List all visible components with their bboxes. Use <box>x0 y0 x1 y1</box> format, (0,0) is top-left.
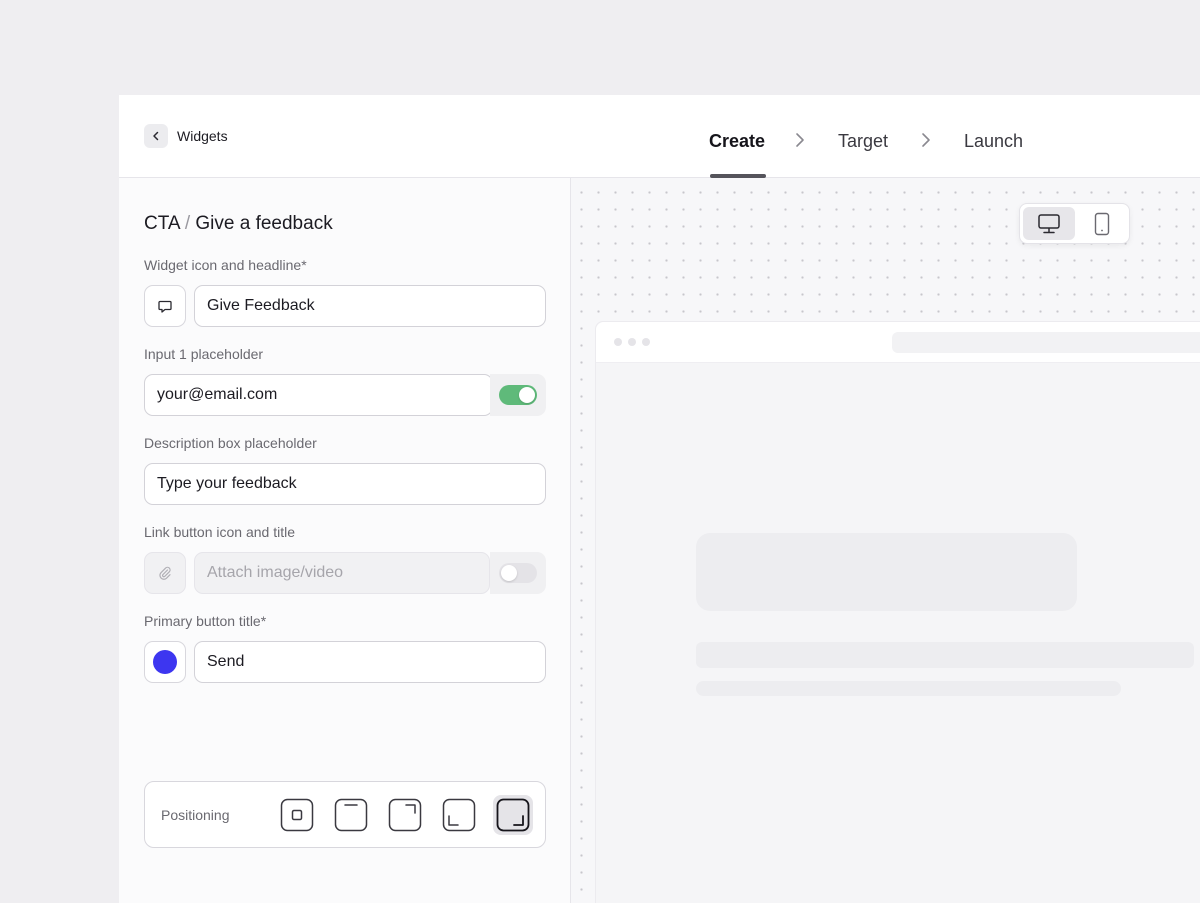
position-center-icon <box>280 798 314 832</box>
chevron-left-icon <box>153 131 159 141</box>
headline-input[interactable]: Give Feedback <box>194 285 546 327</box>
title-main: Give a feedback <box>195 213 333 234</box>
window-dot <box>614 338 622 346</box>
content-skeleton-line <box>696 681 1121 696</box>
position-bottom-right-button[interactable] <box>493 795 533 835</box>
input1-toggle-container <box>490 374 546 416</box>
primary-button-label: Primary button title* <box>144 613 267 629</box>
position-top-right-button[interactable] <box>385 795 425 835</box>
positioning-label: Positioning <box>161 807 230 823</box>
description-placeholder-label: Description box placeholder <box>144 435 317 451</box>
link-button-toggle-container <box>490 552 546 594</box>
content-skeleton-line <box>696 642 1194 668</box>
toggle-knob <box>501 565 517 581</box>
top-bar: Widgets Create Target Launch <box>119 95 1200 178</box>
page-title: CTA / Give a feedback <box>144 213 333 235</box>
position-center-button[interactable] <box>277 795 317 835</box>
position-top-icon <box>334 798 368 832</box>
input1-toggle[interactable] <box>499 385 537 405</box>
device-toggle <box>1019 203 1130 244</box>
app-window: Widgets Create Target Launch CTA / Give … <box>119 95 1200 903</box>
position-top-button[interactable] <box>331 795 371 835</box>
mobile-icon <box>1094 212 1110 235</box>
chevron-right-icon <box>922 133 930 147</box>
title-separator: / <box>184 213 191 234</box>
window-dot <box>642 338 650 346</box>
chat-bubble-icon <box>158 300 172 313</box>
paperclip-icon <box>159 566 171 580</box>
primary-button-color-picker[interactable] <box>144 641 186 683</box>
browser-toolbar <box>596 322 1200 363</box>
link-button-toggle[interactable] <box>499 563 537 583</box>
content-skeleton-block <box>696 533 1077 611</box>
window-dot <box>628 338 636 346</box>
title-prefix: CTA <box>144 213 180 234</box>
step-create[interactable]: Create <box>709 131 765 152</box>
input1-placeholder-input[interactable]: your@email.com <box>144 374 493 416</box>
widget-icon-picker[interactable] <box>144 285 186 327</box>
primary-button-title-input[interactable]: Send <box>194 641 546 683</box>
position-bottom-left-button[interactable] <box>439 795 479 835</box>
back-button[interactable] <box>144 124 168 148</box>
position-top-right-icon <box>388 798 422 832</box>
mobile-view-button[interactable] <box>1076 207 1128 240</box>
preview-canvas <box>571 178 1200 903</box>
link-button-icon-picker[interactable] <box>144 552 186 594</box>
position-bottom-left-icon <box>442 798 476 832</box>
position-bottom-right-icon <box>496 798 530 832</box>
step-launch[interactable]: Launch <box>964 131 1023 152</box>
desktop-icon <box>1038 213 1060 233</box>
desktop-view-button[interactable] <box>1023 207 1075 240</box>
color-swatch <box>153 650 177 674</box>
widget-icon-label: Widget icon and headline* <box>144 257 307 273</box>
widget-settings-panel: CTA / Give a feedback Widget icon and he… <box>119 178 571 903</box>
breadcrumb-widgets[interactable]: Widgets <box>177 128 228 144</box>
toggle-knob <box>519 387 535 403</box>
link-button-title-input[interactable]: Attach image/video <box>194 552 490 594</box>
browser-preview <box>595 321 1200 903</box>
positioning-group: Positioning <box>144 781 546 848</box>
input1-placeholder-label: Input 1 placeholder <box>144 346 264 362</box>
link-button-label: Link button icon and title <box>144 524 295 540</box>
description-placeholder-input[interactable]: Type your feedback <box>144 463 546 505</box>
url-bar-placeholder <box>892 332 1200 353</box>
step-target[interactable]: Target <box>838 131 888 152</box>
chevron-right-icon <box>796 133 804 147</box>
